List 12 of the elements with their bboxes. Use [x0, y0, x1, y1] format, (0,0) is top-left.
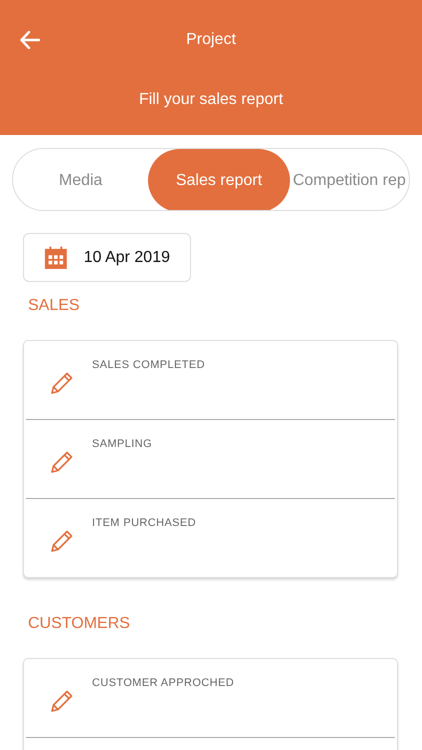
- tab[interactable]: Competition rep: [290, 149, 409, 210]
- tab[interactable]: Sales report: [148, 149, 290, 210]
- list-item[interactable]: SALES COMPLETED: [24, 341, 397, 419]
- list-item[interactable]: SAMPLING: [24, 420, 397, 498]
- screen-subtitle: Fill your sales report: [138, 90, 284, 110]
- list-item[interactable]: CUSTOMER APPROCHED: [24, 659, 397, 737]
- screen-title: Project: [186, 30, 236, 50]
- tab[interactable]: Media: [13, 149, 148, 210]
- section-title: SALES: [27, 296, 81, 316]
- section-title: CUSTOMERS: [27, 614, 131, 634]
- list-item[interactable]: ITEM PURCHASED: [24, 499, 397, 577]
- date-picker[interactable]: 10 Apr 2019: [23, 233, 191, 282]
